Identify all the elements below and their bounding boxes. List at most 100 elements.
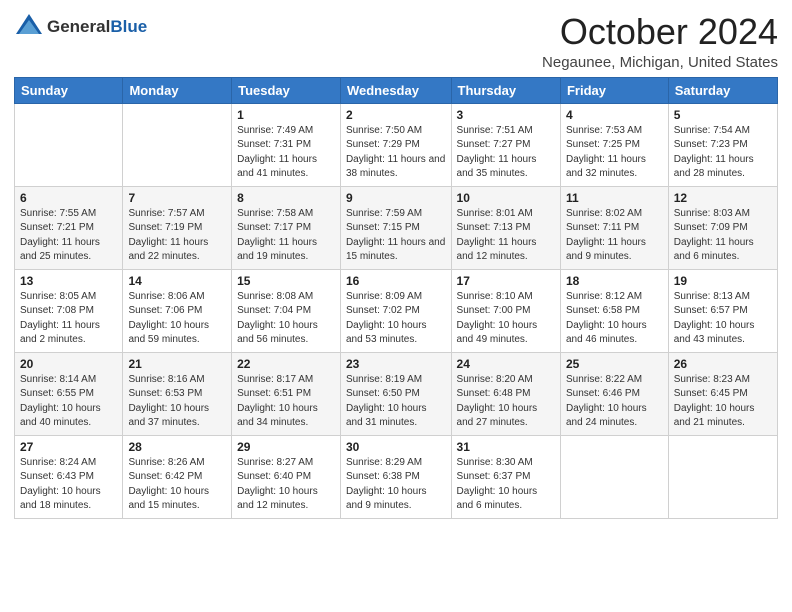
day-info: Sunrise: 8:30 AM Sunset: 6:37 PM Dayligh… [457, 456, 555, 514]
calendar-cell: 8 Sunrise: 7:58 AM Sunset: 7:17 PM Daylig… [232, 186, 341, 269]
day-number: 1 [237, 108, 335, 122]
day-number: 25 [566, 357, 663, 371]
calendar-cell: 11 Sunrise: 8:02 AM Sunset: 7:11 PM Dayli… [560, 186, 668, 269]
logo-area: GeneralBlue [14, 12, 147, 42]
calendar-cell: 1 Sunrise: 7:49 AM Sunset: 7:31 PM Daylig… [232, 103, 341, 186]
calendar-cell: 16Sunrise: 8:09 AM Sunset: 7:02 PM Dayli… [340, 269, 451, 352]
month-title: October 2024 [542, 12, 778, 52]
day-info: Sunrise: 8:06 AM Sunset: 7:06 PM Dayligh… [128, 290, 226, 348]
page: GeneralBlue October 2024 Negaunee, Michi… [0, 0, 792, 533]
day-info: Sunrise: 8:24 AM Sunset: 6:43 PM Dayligh… [20, 456, 117, 514]
calendar-cell: 17 Sunrise: 8:10 AM Sunset: 7:00 PM Dayli… [451, 269, 560, 352]
weekday-header: Sunday [15, 77, 123, 103]
day-number: 8 [237, 191, 335, 205]
day-info: Sunrise: 8:10 AM Sunset: 7:00 PM Dayligh… [457, 290, 555, 348]
weekday-header: Friday [560, 77, 668, 103]
calendar-cell: 30 Sunrise: 8:29 AM Sunset: 6:38 PM Dayli… [340, 435, 451, 518]
calendar-cell [123, 103, 232, 186]
day-number: 27 [20, 440, 117, 454]
title-area: October 2024 Negaunee, Michigan, United … [542, 12, 778, 71]
day-number: 10 [457, 191, 555, 205]
day-number: 15 [237, 274, 335, 288]
day-info: Sunrise: 7:49 AM Sunset: 7:31 PM Dayligh… [237, 124, 335, 182]
calendar-cell: 7Sunrise: 7:57 AM Sunset: 7:19 PM Daylig… [123, 186, 232, 269]
calendar-cell: 20 Sunrise: 8:14 AM Sunset: 6:55 PM Dayli… [15, 352, 123, 435]
header: GeneralBlue October 2024 Negaunee, Michi… [14, 12, 778, 71]
day-info: Sunrise: 8:03 AM Sunset: 7:09 PM Dayligh… [674, 207, 772, 265]
calendar-cell: 23Sunrise: 8:19 AM Sunset: 6:50 PM Dayli… [340, 352, 451, 435]
calendar-cell: 28 Sunrise: 8:26 AM Sunset: 6:42 PM Dayli… [123, 435, 232, 518]
day-info: Sunrise: 8:13 AM Sunset: 6:57 PM Dayligh… [674, 290, 772, 348]
day-info: Sunrise: 8:01 AM Sunset: 7:13 PM Dayligh… [457, 207, 555, 265]
day-info: Sunrise: 8:08 AM Sunset: 7:04 PM Dayligh… [237, 290, 335, 348]
day-number: 14 [128, 274, 226, 288]
day-info: Sunrise: 8:22 AM Sunset: 6:46 PM Dayligh… [566, 373, 663, 431]
day-number: 20 [20, 357, 117, 371]
weekday-header: Saturday [668, 77, 777, 103]
day-number: 4 [566, 108, 663, 122]
day-number: 30 [346, 440, 446, 454]
day-info: Sunrise: 7:58 AM Sunset: 7:17 PM Dayligh… [237, 207, 335, 265]
day-info: Sunrise: 7:51 AM Sunset: 7:27 PM Dayligh… [457, 124, 555, 182]
day-number: 21 [128, 357, 226, 371]
logo-text: GeneralBlue [47, 17, 147, 37]
day-number: 18 [566, 274, 663, 288]
logo-icon [14, 12, 44, 42]
calendar-week-row: 13Sunrise: 8:05 AM Sunset: 7:08 PM Dayli… [15, 269, 778, 352]
calendar-cell: 14 Sunrise: 8:06 AM Sunset: 7:06 PM Dayli… [123, 269, 232, 352]
day-info: Sunrise: 8:05 AM Sunset: 7:08 PM Dayligh… [20, 290, 117, 348]
day-number: 24 [457, 357, 555, 371]
day-number: 2 [346, 108, 446, 122]
day-info: Sunrise: 8:27 AM Sunset: 6:40 PM Dayligh… [237, 456, 335, 514]
calendar-cell: 26Sunrise: 8:23 AM Sunset: 6:45 PM Dayli… [668, 352, 777, 435]
location-title: Negaunee, Michigan, United States [542, 54, 778, 71]
day-info: Sunrise: 8:12 AM Sunset: 6:58 PM Dayligh… [566, 290, 663, 348]
day-number: 9 [346, 191, 446, 205]
calendar-cell: 13Sunrise: 8:05 AM Sunset: 7:08 PM Dayli… [15, 269, 123, 352]
day-number: 12 [674, 191, 772, 205]
calendar-cell: 19Sunrise: 8:13 AM Sunset: 6:57 PM Dayli… [668, 269, 777, 352]
calendar-cell: 15 Sunrise: 8:08 AM Sunset: 7:04 PM Dayli… [232, 269, 341, 352]
calendar-cell: 25 Sunrise: 8:22 AM Sunset: 6:46 PM Dayli… [560, 352, 668, 435]
calendar-cell: 24Sunrise: 8:20 AM Sunset: 6:48 PM Dayli… [451, 352, 560, 435]
day-info: Sunrise: 8:29 AM Sunset: 6:38 PM Dayligh… [346, 456, 446, 514]
day-info: Sunrise: 8:23 AM Sunset: 6:45 PM Dayligh… [674, 373, 772, 431]
day-info: Sunrise: 7:59 AM Sunset: 7:15 PM Dayligh… [346, 207, 446, 265]
calendar-cell: 9 Sunrise: 7:59 AM Sunset: 7:15 PM Daylig… [340, 186, 451, 269]
calendar-cell: 31 Sunrise: 8:30 AM Sunset: 6:37 PM Dayli… [451, 435, 560, 518]
logo-blue: Blue [110, 17, 147, 36]
day-number: 3 [457, 108, 555, 122]
calendar-cell [15, 103, 123, 186]
calendar: SundayMondayTuesdayWednesdayThursdayFrid… [14, 77, 778, 519]
day-number: 31 [457, 440, 555, 454]
day-number: 6 [20, 191, 117, 205]
day-info: Sunrise: 8:16 AM Sunset: 6:53 PM Dayligh… [128, 373, 226, 431]
day-info: Sunrise: 8:14 AM Sunset: 6:55 PM Dayligh… [20, 373, 117, 431]
calendar-week-row: 1 Sunrise: 7:49 AM Sunset: 7:31 PM Daylig… [15, 103, 778, 186]
day-info: Sunrise: 7:50 AM Sunset: 7:29 PM Dayligh… [346, 124, 446, 182]
weekday-header: Tuesday [232, 77, 341, 103]
day-info: Sunrise: 8:26 AM Sunset: 6:42 PM Dayligh… [128, 456, 226, 514]
day-number: 28 [128, 440, 226, 454]
day-number: 11 [566, 191, 663, 205]
day-number: 16 [346, 274, 446, 288]
calendar-cell: 27 Sunrise: 8:24 AM Sunset: 6:43 PM Dayli… [15, 435, 123, 518]
calendar-cell: 2 Sunrise: 7:50 AM Sunset: 7:29 PM Daylig… [340, 103, 451, 186]
day-info: Sunrise: 7:55 AM Sunset: 7:21 PM Dayligh… [20, 207, 117, 265]
day-number: 17 [457, 274, 555, 288]
calendar-cell: 4Sunrise: 7:53 AM Sunset: 7:25 PM Daylig… [560, 103, 668, 186]
day-info: Sunrise: 7:54 AM Sunset: 7:23 PM Dayligh… [674, 124, 772, 182]
weekday-header-row: SundayMondayTuesdayWednesdayThursdayFrid… [15, 77, 778, 103]
logo-wrapper: GeneralBlue [14, 12, 147, 42]
calendar-cell: 12 Sunrise: 8:03 AM Sunset: 7:09 PM Dayli… [668, 186, 777, 269]
day-info: Sunrise: 8:02 AM Sunset: 7:11 PM Dayligh… [566, 207, 663, 265]
day-number: 23 [346, 357, 446, 371]
calendar-cell: 21 Sunrise: 8:16 AM Sunset: 6:53 PM Dayli… [123, 352, 232, 435]
day-number: 22 [237, 357, 335, 371]
calendar-cell: 18 Sunrise: 8:12 AM Sunset: 6:58 PM Dayli… [560, 269, 668, 352]
weekday-header: Wednesday [340, 77, 451, 103]
day-number: 29 [237, 440, 335, 454]
calendar-week-row: 27 Sunrise: 8:24 AM Sunset: 6:43 PM Dayli… [15, 435, 778, 518]
day-number: 7 [128, 191, 226, 205]
weekday-header: Monday [123, 77, 232, 103]
